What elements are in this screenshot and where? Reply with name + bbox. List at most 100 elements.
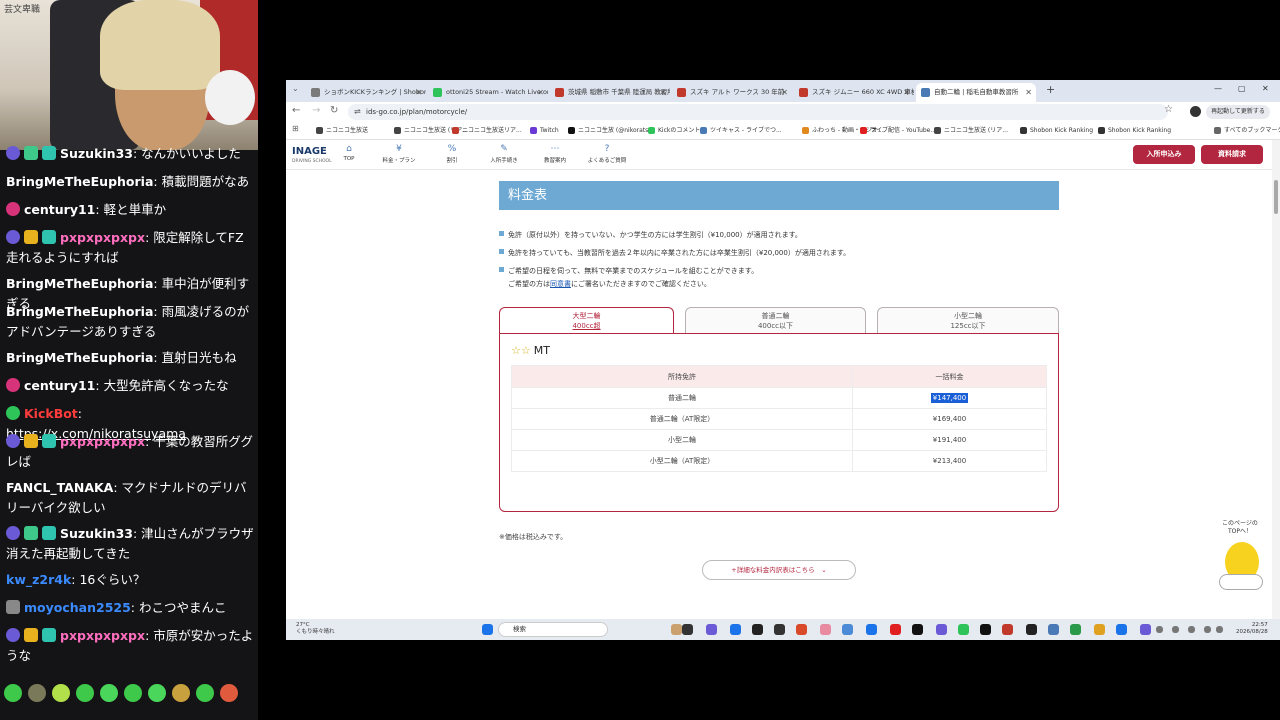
- browser-tab[interactable]: 自動二輪 | 稲毛自動車教習所 ✕: [916, 83, 1036, 102]
- site-nav-item[interactable]: ¥ 料金・プラン: [374, 144, 424, 164]
- chat-username[interactable]: Suzukin33: [60, 146, 133, 161]
- chat-username[interactable]: BringMeTheEuphoria: [6, 304, 153, 319]
- chat-username[interactable]: Suzukin33: [60, 526, 133, 541]
- emote-icon[interactable]: [100, 684, 118, 702]
- taskbar-app-icon[interactable]: [1002, 624, 1013, 635]
- site-nav-item[interactable]: ✎ 入所手続き: [479, 144, 529, 164]
- chat-username[interactable]: kw_z2r4k: [6, 572, 71, 587]
- tab-close-icon[interactable]: ✕: [415, 83, 422, 102]
- browser-tab[interactable]: ottoni25 Stream - Watch Live on Kick✕: [428, 83, 548, 102]
- taskbar-app-icon[interactable]: [774, 624, 785, 635]
- bookmark-item[interactable]: Twitch: [530, 125, 559, 137]
- taskbar-app-icon[interactable]: [1048, 624, 1059, 635]
- emote-icon[interactable]: [196, 684, 214, 702]
- system-tray-icon[interactable]: [1188, 626, 1195, 633]
- site-info-icon[interactable]: ⇌: [354, 107, 361, 116]
- consent-form-link[interactable]: 同意書: [550, 280, 571, 288]
- taskbar-app-icon[interactable]: [890, 624, 901, 635]
- taskbar-app-icon[interactable]: [980, 624, 991, 635]
- new-tab-button[interactable]: +: [1046, 83, 1055, 96]
- taskbar-app-icon[interactable]: [730, 624, 741, 635]
- apps-grid-icon[interactable]: ⊞: [292, 124, 299, 133]
- profile-avatar[interactable]: [1190, 106, 1201, 117]
- emote-icon[interactable]: [52, 684, 70, 702]
- tab-close-icon[interactable]: ✕: [659, 83, 666, 102]
- taskbar-app-icon[interactable]: [866, 624, 877, 635]
- bookmark-item[interactable]: ツイキャス - ライブでつ...: [700, 125, 782, 137]
- taskbar-app-icon[interactable]: [1116, 624, 1127, 635]
- minimize-icon[interactable]: —: [1214, 84, 1222, 93]
- taskbar-app-icon[interactable]: [682, 624, 693, 635]
- bookmark-item[interactable]: Kickのコメント: [648, 125, 700, 137]
- bookmark-star-icon[interactable]: ☆: [1164, 104, 1173, 115]
- relaunch-update-button[interactable]: 再起動して更新する: [1206, 105, 1270, 119]
- bookmark-item[interactable]: Shobon Kick Ranking: [1020, 125, 1093, 137]
- chat-username[interactable]: FANCL_TANAKA: [6, 480, 113, 495]
- back-icon[interactable]: ←: [292, 105, 300, 116]
- taskbar-app-icon[interactable]: [752, 624, 763, 635]
- page-scrollbar[interactable]: [1272, 140, 1280, 619]
- taskbar-search[interactable]: 検索: [498, 622, 608, 637]
- tab-close-icon[interactable]: ✕: [903, 83, 910, 102]
- chat-username[interactable]: BringMeTheEuphoria: [6, 174, 153, 189]
- taskbar-app-icon[interactable]: [1026, 624, 1037, 635]
- taskbar-app-icon[interactable]: [842, 624, 853, 635]
- taskbar-app-icon[interactable]: [820, 624, 831, 635]
- taskbar-app-icon[interactable]: [912, 624, 923, 635]
- bookmark-item[interactable]: ニコニコ生放 (@nikorats...: [568, 125, 654, 137]
- taskbar-app-icon[interactable]: [671, 624, 682, 635]
- site-nav-item[interactable]: ⋯ 教習案内: [530, 144, 580, 164]
- chat-username[interactable]: century11: [24, 378, 95, 393]
- emote-icon[interactable]: [76, 684, 94, 702]
- taskbar-app-icon[interactable]: [936, 624, 947, 635]
- taskbar-app-icon[interactable]: [1070, 624, 1081, 635]
- bookmark-item[interactable]: Shobon Kick Ranking: [1098, 125, 1171, 137]
- system-tray-icon[interactable]: [1172, 626, 1179, 633]
- taskbar-app-icon[interactable]: [1094, 624, 1105, 635]
- emote-bar[interactable]: [4, 684, 254, 704]
- request-docs-button[interactable]: 資料請求: [1201, 145, 1263, 164]
- bookmark-item[interactable]: ニコニコ生放送 (リア...: [934, 125, 1008, 137]
- system-clock[interactable]: 22:57 2026/08/28: [1236, 622, 1268, 636]
- selected-price-text[interactable]: ¥147,400: [930, 393, 969, 403]
- close-window-icon[interactable]: ✕: [1262, 84, 1269, 93]
- system-tray-icon[interactable]: [1156, 626, 1163, 633]
- tab-close-icon[interactable]: ✕: [1025, 83, 1032, 102]
- bookmark-item[interactable]: ニコニコ生放送: [316, 125, 368, 137]
- bookmark-item[interactable]: ライブ配信 - YouTube...: [860, 125, 936, 137]
- emote-icon[interactable]: [172, 684, 190, 702]
- taskbar-app-icon[interactable]: [958, 624, 969, 635]
- chat-username[interactable]: pxpxpxpxpx: [60, 230, 145, 245]
- system-tray-icon[interactable]: [1204, 626, 1211, 633]
- tab-close-icon[interactable]: ✕: [781, 83, 788, 102]
- site-nav-item[interactable]: ? よくあるご質問: [582, 144, 632, 164]
- chat-username[interactable]: moyochan2525: [24, 600, 131, 615]
- emote-icon[interactable]: [124, 684, 142, 702]
- chat-username[interactable]: BringMeTheEuphoria: [6, 350, 153, 365]
- start-windows-icon[interactable]: [482, 624, 493, 635]
- site-nav-item[interactable]: % 割引: [427, 144, 477, 164]
- bookmark-item[interactable]: すべてのブックマーク: [1214, 125, 1280, 137]
- chat-username[interactable]: pxpxpxpxpx: [60, 434, 145, 449]
- browser-tab[interactable]: スズキ アルト ワークス 30 年前 ✕: [672, 83, 792, 102]
- chat-username[interactable]: KickBot: [24, 406, 78, 421]
- address-bar[interactable]: ⇌ ids-go.co.jp/plan/motorcycle/: [348, 104, 1168, 120]
- detailed-breakdown-button[interactable]: +詳細な料金内訳表はこちら ⌄: [702, 560, 856, 580]
- chat-username[interactable]: BringMeTheEuphoria: [6, 276, 153, 291]
- browser-tab[interactable]: ショボンKICKランキング | Shobon Kick✕: [306, 83, 426, 102]
- tab-standard-motorcycle[interactable]: 普通二輪 400cc以下: [685, 307, 866, 333]
- taskbar-app-icon[interactable]: [1140, 624, 1151, 635]
- emote-icon[interactable]: [28, 684, 46, 702]
- back-to-top-button[interactable]: このページの TOPへ！: [1211, 520, 1269, 608]
- system-tray-icon[interactable]: [1216, 626, 1223, 633]
- tab-small-motorcycle[interactable]: 小型二輪 125cc以下: [877, 307, 1059, 333]
- taskbar-app-icon[interactable]: [706, 624, 717, 635]
- browser-tab[interactable]: スズキ ジムニー 660 XC 4WD 車検 ✕: [794, 83, 914, 102]
- bookmark-item[interactable]: ニコニコ生放送リア...: [452, 125, 522, 137]
- chat-username[interactable]: pxpxpxpxpx: [60, 628, 145, 643]
- tab-large-motorcycle[interactable]: 大型二輪 400cc超: [499, 307, 674, 334]
- forward-icon[interactable]: →: [312, 105, 320, 116]
- tab-search-icon[interactable]: ⌄: [292, 84, 299, 93]
- maximize-icon[interactable]: ▢: [1238, 84, 1246, 93]
- taskbar-app-icon[interactable]: [796, 624, 807, 635]
